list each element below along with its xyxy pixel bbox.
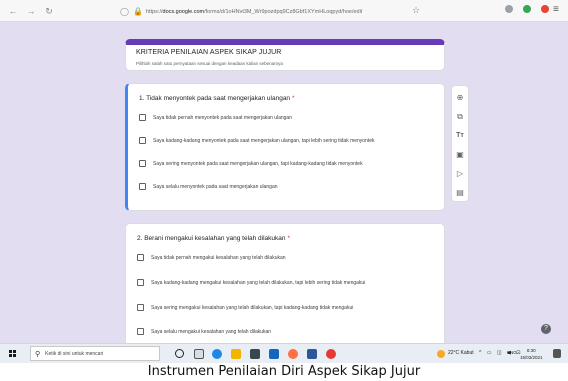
weather-icon — [437, 350, 445, 358]
checkbox[interactable] — [137, 304, 144, 311]
address-bar[interactable]: ◯ 🔒 https://docs.google.com/forms/d/1oHN… — [120, 5, 405, 18]
required-mark: * — [287, 235, 291, 242]
checkbox[interactable] — [139, 160, 146, 167]
option-label: Saya kadang-kadang menyontek pada saat m… — [153, 137, 375, 144]
browser-menu-icon[interactable]: ≡ — [553, 5, 559, 15]
checkbox-option[interactable]: Saya sering menyontek pada saat mengerja… — [139, 160, 363, 167]
notification-icon[interactable] — [553, 349, 561, 358]
file-explorer-icon[interactable] — [231, 349, 241, 359]
required-mark: * — [292, 95, 295, 102]
checkbox[interactable] — [137, 279, 144, 286]
word-icon[interactable] — [307, 349, 317, 359]
cortana-icon[interactable] — [175, 349, 184, 358]
option-label: Saya tidak pernah mengakui kesalahan yan… — [151, 254, 286, 261]
add-question-icon[interactable]: ⊕ — [452, 92, 468, 104]
taskbar-search-input[interactable]: ⚲ Ketik di sini untuk mencari — [30, 346, 160, 361]
chrome-icon[interactable] — [326, 349, 336, 359]
question-card-2[interactable]: 2. Berani mengakui kesalahan yang telah … — [125, 223, 445, 343]
add-image-icon[interactable]: ▣ — [452, 149, 468, 161]
store-icon[interactable] — [250, 349, 260, 359]
question-title: 2. Berani mengakui kesalahan yang telah … — [137, 235, 291, 242]
question-card-1[interactable]: 1. Tidak menyontek pada saat mengerjakan… — [125, 83, 445, 211]
checkbox[interactable] — [139, 183, 146, 190]
checkbox-option[interactable]: Saya kadang-kadang mengakui kesalahan ya… — [137, 279, 365, 286]
arrow-right-icon[interactable]: → — [24, 4, 38, 18]
help-icon[interactable]: ? — [541, 324, 551, 334]
arrow-left-icon[interactable]: ← — [6, 4, 20, 18]
clock-time: 8:30 — [526, 348, 536, 353]
checkbox-option[interactable]: Saya kadang-kadang menyontek pada saat m… — [139, 137, 375, 144]
language-indicator[interactable]: ENG — [507, 350, 517, 355]
search-placeholder: Ketik di sini untuk mencari — [45, 350, 104, 357]
task-view-icon[interactable] — [194, 349, 204, 359]
checkbox[interactable] — [137, 328, 144, 335]
taskbar-clock[interactable]: 8:30 15/03/2021 — [520, 347, 543, 361]
checkbox[interactable] — [137, 254, 144, 261]
shield-icon: ◯ — [120, 6, 129, 16]
extension-icon[interactable] — [505, 5, 513, 13]
edge-icon[interactable] — [212, 349, 222, 359]
checkbox-option[interactable]: Saya sering mengakui kesalahan yang tela… — [137, 304, 353, 311]
add-video-icon[interactable]: ▷ — [452, 168, 468, 180]
checkbox-option[interactable]: Saya selalu mengakui kesalahan yang tela… — [137, 328, 271, 335]
option-label: Saya selalu menyontek pada saat mengerja… — [153, 183, 278, 190]
option-label: Saya sering menyontek pada saat mengerja… — [153, 160, 363, 167]
url-text: https://docs.google.com/forms/d/1oHNvt3M… — [146, 8, 363, 15]
question-title: 1. Tidak menyontek pada saat mengerjakan… — [139, 95, 295, 102]
checkbox[interactable] — [139, 137, 146, 144]
checkbox[interactable] — [139, 114, 146, 121]
weather-text[interactable]: 22°C Kabut — [448, 350, 474, 356]
lock-icon: 🔒 — [133, 6, 143, 16]
add-section-icon[interactable]: ▤ — [452, 187, 468, 199]
form-title[interactable]: KRITERIA PENILAIAN ASPEK SIKAP JUJUR — [136, 49, 281, 56]
form-description[interactable]: Pilihlah salah satu pernyataan sesuai de… — [136, 61, 283, 66]
import-questions-icon[interactable]: ⧉ — [452, 111, 468, 123]
option-label: Saya sering mengakui kesalahan yang tela… — [151, 304, 354, 311]
bookmark-star-icon[interactable]: ☆ — [412, 5, 420, 16]
extension-icon[interactable] — [523, 5, 531, 13]
form-header-card[interactable]: KRITERIA PENILAIAN ASPEK SIKAP JUJUR Pil… — [125, 39, 445, 71]
checkbox-option[interactable]: Saya tidak pernah mengakui kesalahan yan… — [137, 254, 286, 261]
browser-toolbar: ← → ↻ ◯ 🔒 https://docs.google.com/forms/… — [0, 0, 568, 22]
reload-icon[interactable]: ↻ — [42, 4, 56, 18]
extension-icons — [505, 5, 549, 13]
form-editor-canvas: KRITERIA PENILAIAN ASPEK SIKAP JUJUR Pil… — [0, 22, 568, 343]
figure-caption: Instrumen Penilaian Diri Aspek Sikap Juj… — [147, 364, 421, 379]
windows-taskbar: ⚲ Ketik di sini untuk mencari 22°C Kabut… — [0, 343, 568, 363]
option-label: Saya selalu mengakui kesalahan yang tela… — [151, 328, 272, 335]
option-label: Saya kadang-kadang mengakui kesalahan ya… — [151, 279, 366, 286]
checkbox-option[interactable]: Saya selalu menyontek pada saat mengerja… — [139, 183, 278, 190]
extension-icon[interactable] — [541, 5, 549, 13]
mail-icon[interactable] — [269, 349, 279, 359]
option-label: Saya tidak pernah menyontek pada saat me… — [153, 114, 292, 121]
question-tools-bar: ⊕ ⧉ Tт ▣ ▷ ▤ — [451, 85, 469, 202]
search-icon: ⚲ — [35, 350, 41, 358]
add-title-icon[interactable]: Tт — [452, 130, 468, 142]
windows-start-icon[interactable] — [9, 350, 16, 357]
firefox-icon[interactable] — [288, 349, 298, 359]
clock-date: 15/03/2021 — [520, 355, 543, 360]
checkbox-option[interactable]: Saya tidak pernah menyontek pada saat me… — [139, 114, 292, 121]
